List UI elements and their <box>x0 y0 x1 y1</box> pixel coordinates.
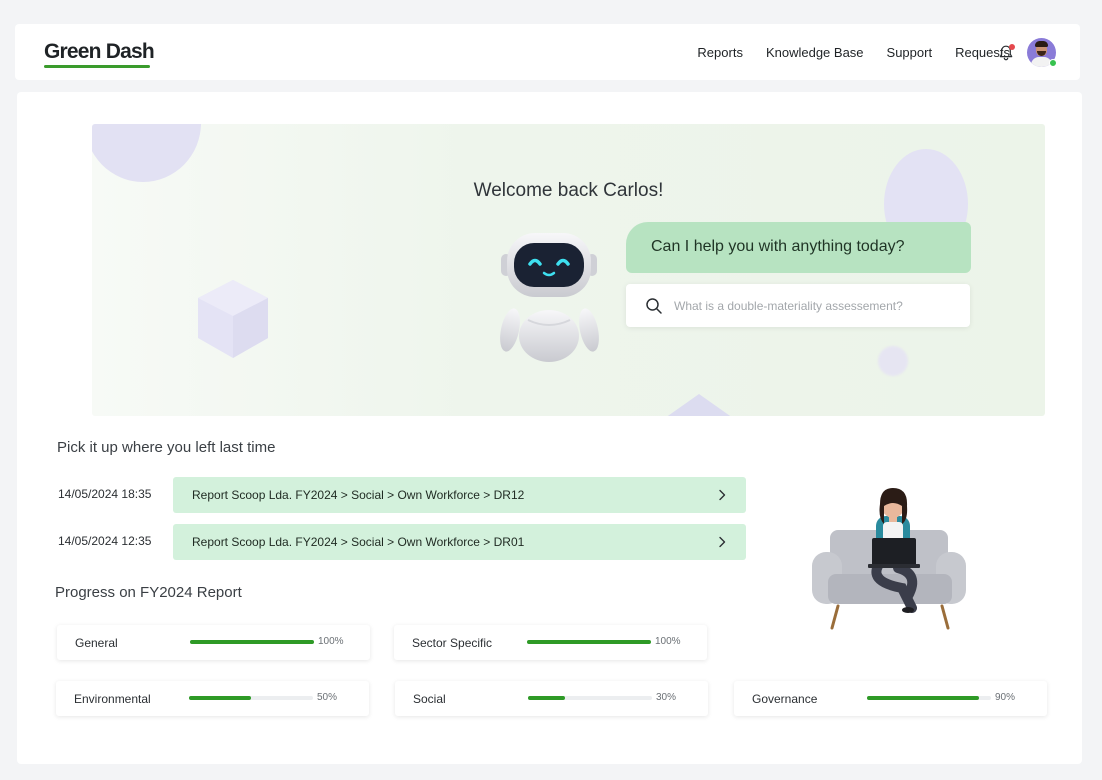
chevron-right-icon <box>719 489 726 501</box>
list-item: 14/05/2024 18:35 Report Scoop Lda. FY202… <box>57 477 747 513</box>
nav-knowledge-base[interactable]: Knowledge Base <box>766 45 864 60</box>
progress-section-title: Progress on FY2024 Report <box>55 584 242 601</box>
progress-track <box>189 696 313 700</box>
progress-card-social[interactable]: Social 30% <box>395 681 708 716</box>
nav-support[interactable]: Support <box>887 45 933 60</box>
list-item: 14/05/2024 12:35 Report Scoop Lda. FY202… <box>57 524 747 560</box>
progress-track <box>190 640 314 644</box>
search-input[interactable] <box>674 295 954 317</box>
online-status-dot <box>1049 59 1057 67</box>
assistant-bubble: Can I help you with anything today? <box>626 222 971 273</box>
progress-value: 100% <box>318 636 344 647</box>
recent-timestamp: 14/05/2024 12:35 <box>58 534 152 548</box>
logo-underline <box>44 65 150 68</box>
progress-track <box>527 640 651 644</box>
progress-label: Sector Specific <box>412 636 493 650</box>
progress-card-general[interactable]: General 100% <box>57 625 370 660</box>
nav-reports[interactable]: Reports <box>697 45 743 60</box>
decorative-dot <box>878 346 908 376</box>
welcome-heading: Welcome back Carlos! <box>473 180 664 201</box>
notification-dot <box>1009 44 1015 50</box>
progress-fill <box>867 696 979 700</box>
recent-section-title: Pick it up where you left last time <box>57 439 276 456</box>
progress-fill <box>527 640 651 644</box>
progress-value: 100% <box>655 636 681 647</box>
progress-value: 30% <box>656 692 677 703</box>
progress-label: General <box>75 636 118 650</box>
search-icon <box>646 298 662 314</box>
main-content: Welcome back Carlos! Can I help you with… <box>17 92 1082 764</box>
decorative-cube-icon <box>198 280 268 358</box>
hero-banner: Welcome back Carlos! Can I help you with… <box>92 124 1045 416</box>
progress-fill <box>190 640 314 644</box>
progress-card-sector-specific[interactable]: Sector Specific 100% <box>394 625 707 660</box>
progress-fill <box>189 696 251 700</box>
progress-card-governance[interactable]: Governance 90% <box>734 681 1047 716</box>
top-navbar: Green Dash Reports Knowledge Base Suppor… <box>15 24 1080 80</box>
recent-timestamp: 14/05/2024 18:35 <box>58 487 152 501</box>
progress-label: Environmental <box>74 692 151 706</box>
progress-value: 90% <box>995 692 1016 703</box>
logo[interactable]: Green Dash <box>44 40 155 64</box>
progress-track <box>528 696 652 700</box>
recent-report-link[interactable]: Report Scoop Lda. FY2024 > Social > Own … <box>173 477 746 513</box>
woman-on-sofa-illustration <box>812 488 966 630</box>
decorative-circle <box>92 124 201 182</box>
progress-fill <box>528 696 566 700</box>
robot-assistant-icon <box>500 233 599 362</box>
progress-card-environmental[interactable]: Environmental 50% <box>56 681 369 716</box>
recent-report-path: Report Scoop Lda. FY2024 > Social > Own … <box>192 488 525 502</box>
chevron-right-icon <box>719 536 726 548</box>
progress-track <box>867 696 991 700</box>
progress-label: Social <box>413 692 446 706</box>
search-box <box>626 284 970 327</box>
recent-report-link[interactable]: Report Scoop Lda. FY2024 > Social > Own … <box>173 524 746 560</box>
recent-report-path: Report Scoop Lda. FY2024 > Social > Own … <box>192 535 525 549</box>
progress-value: 50% <box>317 692 338 703</box>
main-nav: Reports Knowledge Base Support Requests <box>697 24 1010 80</box>
progress-label: Governance <box>752 692 818 706</box>
decorative-triangle <box>665 394 733 416</box>
